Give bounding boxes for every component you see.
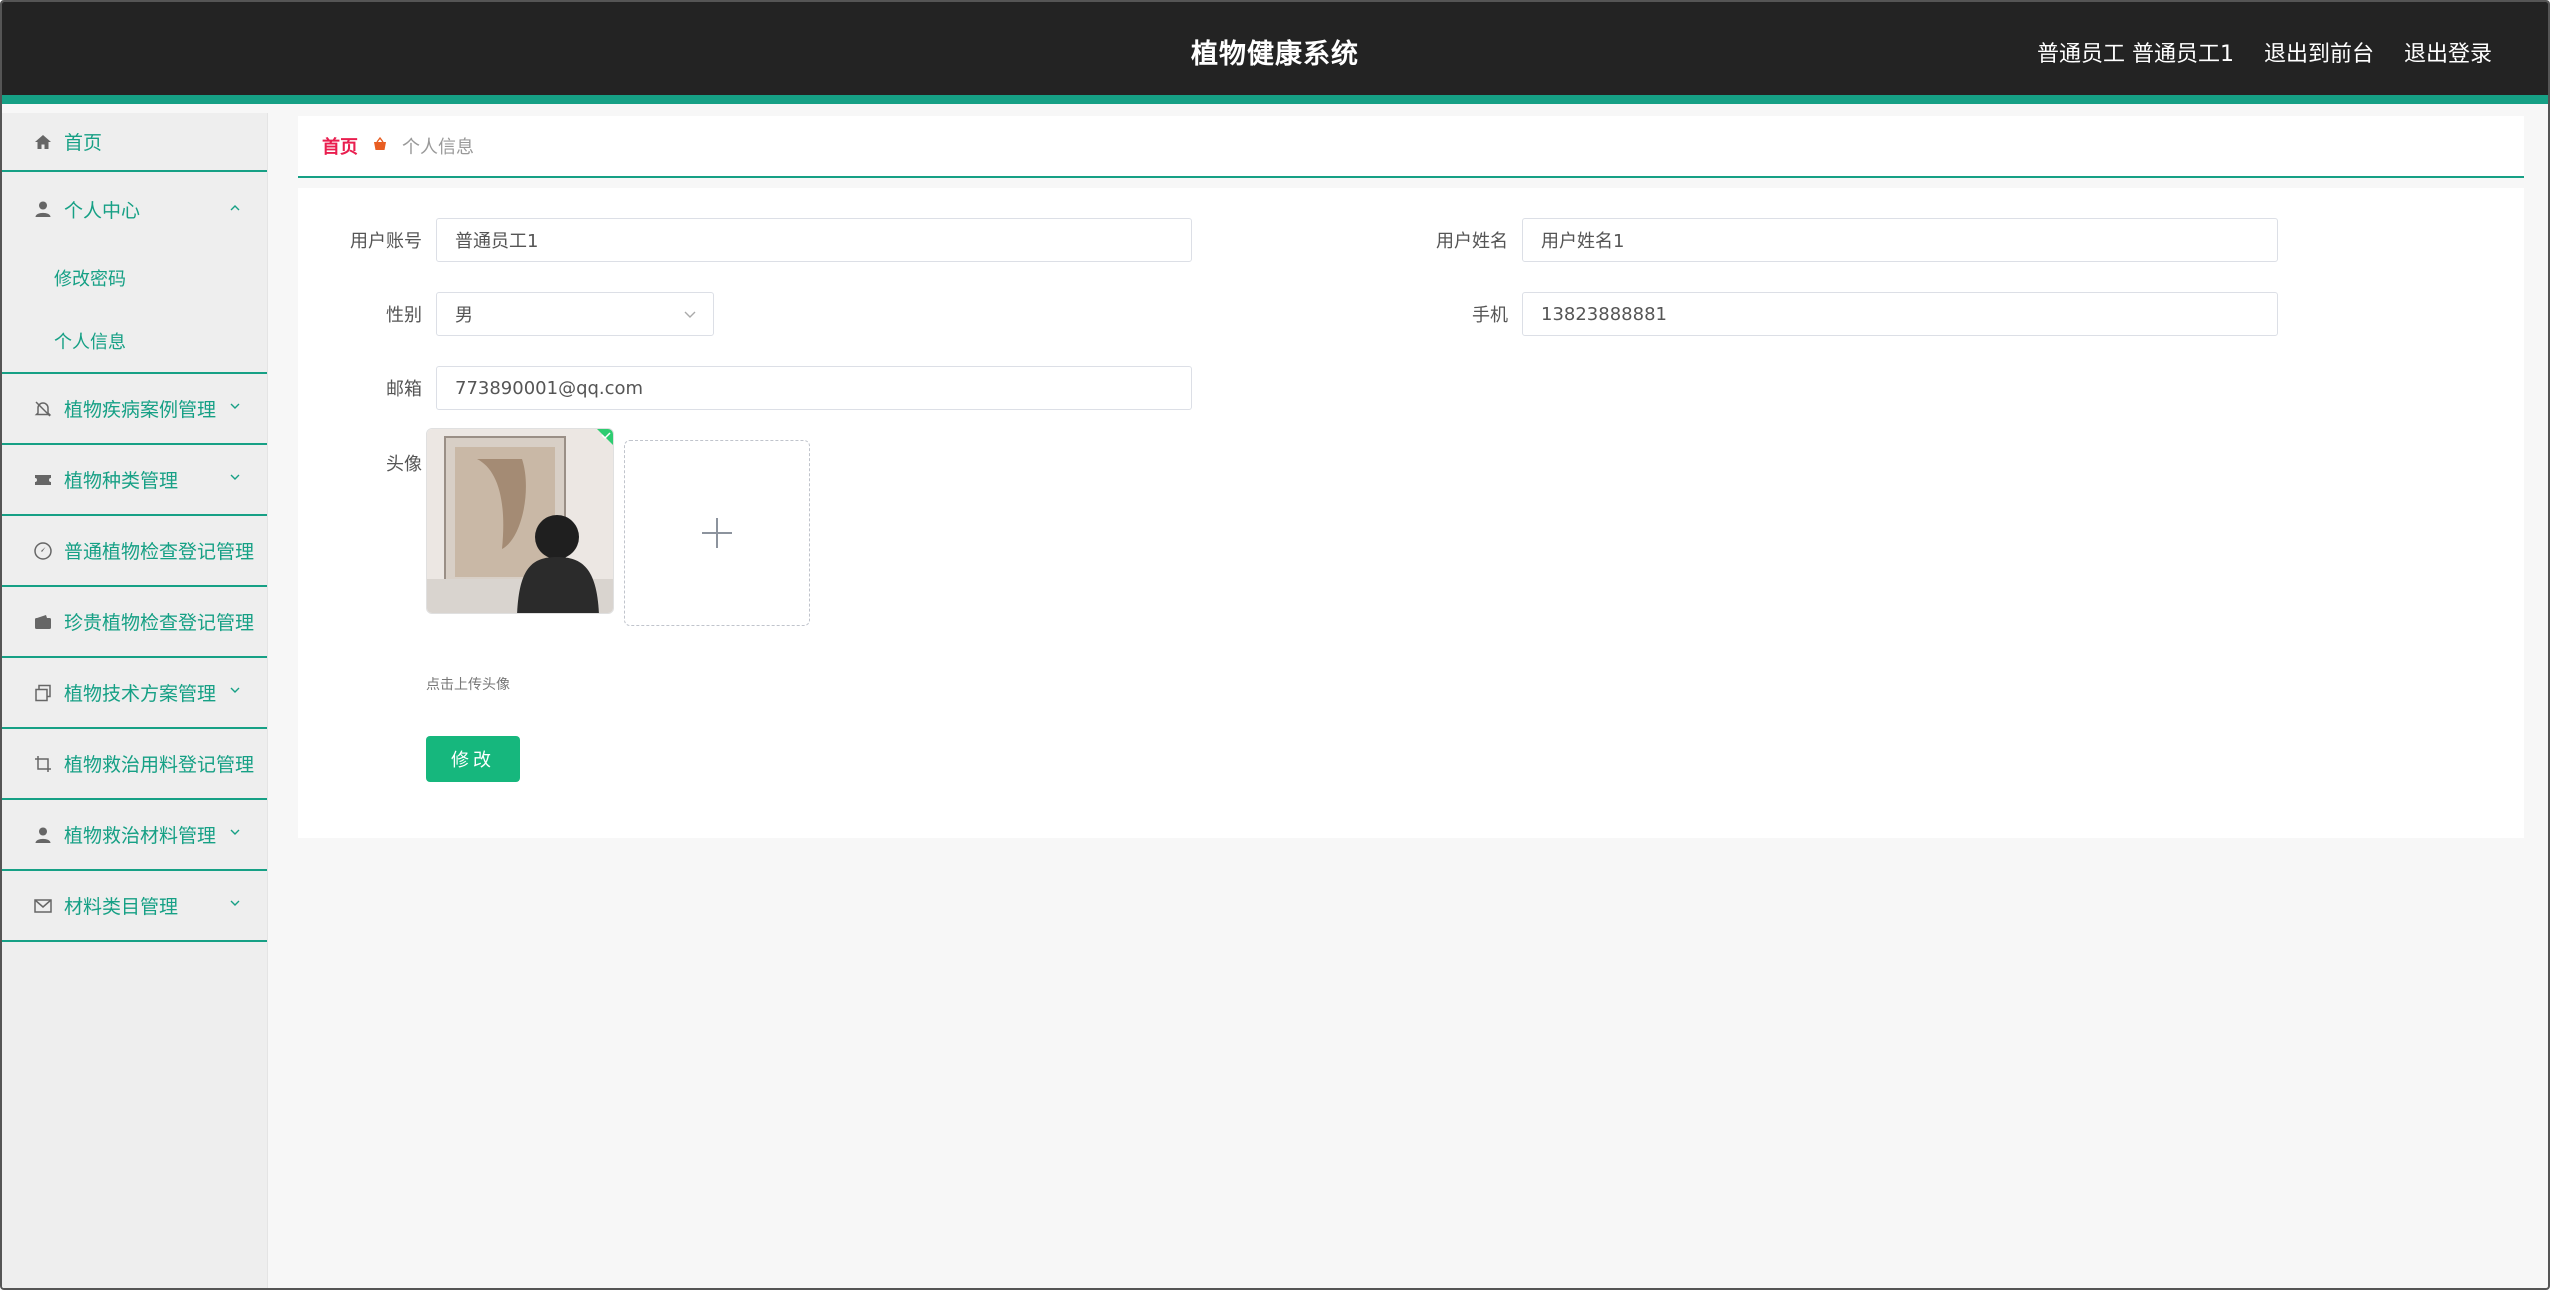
back-to-frontend-link[interactable]: 退出到前台 bbox=[2264, 36, 2374, 68]
plus-icon bbox=[702, 518, 732, 548]
sidebar: 首页 个人中心 修改密码 个人信息 植物疾病案例管理 植物种类管理 普通植物检查… bbox=[2, 113, 268, 1288]
sidebar-item-label: 植物技术方案管理 bbox=[64, 683, 217, 705]
sidebar-item-label: 植物救治用料登记管理 bbox=[64, 754, 255, 776]
sidebar-subitem-personal-info[interactable]: 个人信息 bbox=[2, 309, 267, 372]
avatar-upload-button[interactable] bbox=[624, 440, 810, 626]
avatar-image[interactable] bbox=[426, 428, 614, 614]
sidebar-item-disease-cases[interactable]: 植物疾病案例管理 bbox=[2, 374, 267, 445]
user-icon bbox=[32, 824, 54, 846]
sidebar-item-label: 材料类目管理 bbox=[64, 896, 179, 918]
breadcrumb: 首页 个人信息 bbox=[298, 116, 2524, 178]
sidebar-item-label: 珍贵植物检查登记管理 bbox=[64, 612, 255, 634]
avatar-row: 头像 bbox=[316, 450, 436, 476]
copy-icon bbox=[32, 682, 54, 704]
sidebar-item-label: 个人中心 bbox=[64, 199, 141, 222]
email-input[interactable]: 773890001@qq.com bbox=[436, 366, 1192, 410]
chevron-down-icon bbox=[230, 687, 240, 693]
home-icon bbox=[32, 131, 54, 153]
compass-icon bbox=[32, 540, 54, 562]
account-row: 用户账号 普通员工1 bbox=[316, 218, 1192, 262]
name-input[interactable]: 用户姓名1 bbox=[1522, 218, 2278, 262]
phone-input[interactable]: 13823888881 bbox=[1522, 292, 2278, 336]
chevron-down-icon bbox=[230, 900, 240, 906]
wallet-icon bbox=[32, 611, 54, 633]
chevron-up-icon bbox=[230, 205, 240, 211]
breadcrumb-home[interactable]: 首页 bbox=[322, 133, 358, 159]
sidebar-item-rare-check[interactable]: 珍贵植物检查登记管理 bbox=[2, 587, 267, 658]
submit-button[interactable]: 修改 bbox=[426, 736, 520, 782]
email-row: 邮箱 773890001@qq.com bbox=[316, 366, 1192, 410]
ticket-icon bbox=[32, 469, 54, 491]
gender-label: 性别 bbox=[386, 305, 422, 326]
phone-row: 手机 13823888881 bbox=[1402, 292, 2278, 336]
chevron-down-icon bbox=[230, 474, 240, 480]
chevron-down-icon bbox=[230, 403, 240, 409]
sidebar-item-tech-plans[interactable]: 植物技术方案管理 bbox=[2, 658, 267, 729]
chevron-down-icon bbox=[684, 311, 696, 318]
sidebar-item-personal-center[interactable]: 个人中心 bbox=[2, 172, 267, 246]
app-window: 植物健康系统 普通员工 普通员工1 退出到前台 退出登录 首页 个人中心 修改密… bbox=[0, 0, 2550, 1290]
sidebar-item-treatment-materials[interactable]: 植物救治材料管理 bbox=[2, 800, 267, 871]
sidebar-item-home[interactable]: 首页 bbox=[2, 113, 267, 172]
sidebar-item-treatment-usage[interactable]: 植物救治用料登记管理 bbox=[2, 729, 267, 800]
gender-select[interactable]: 男 bbox=[436, 292, 714, 336]
header-actions: 普通员工 普通员工1 退出到前台 退出登录 bbox=[2037, 36, 2492, 68]
sidebar-item-label: 植物种类管理 bbox=[64, 470, 179, 492]
avatar-label: 头像 bbox=[386, 454, 422, 475]
sidebar-item-plant-types[interactable]: 植物种类管理 bbox=[2, 445, 267, 516]
upload-hint: 点击上传头像 bbox=[426, 677, 510, 693]
account-input[interactable]: 普通员工1 bbox=[436, 218, 1192, 262]
sidebar-item-material-categories[interactable]: 材料类目管理 bbox=[2, 871, 267, 942]
email-label: 邮箱 bbox=[386, 379, 422, 400]
user-icon bbox=[32, 198, 54, 220]
name-label: 用户姓名 bbox=[1436, 231, 1508, 252]
sidebar-item-label: 植物疾病案例管理 bbox=[64, 399, 217, 421]
current-user-label: 普通员工 普通员工1 bbox=[2036, 42, 2234, 67]
chevron-down-icon bbox=[230, 829, 240, 835]
phone-label: 手机 bbox=[1472, 305, 1508, 326]
sidebar-group-personal-center: 个人中心 修改密码 个人信息 bbox=[2, 172, 267, 374]
gender-row: 性别 男 bbox=[316, 292, 714, 336]
logout-link[interactable]: 退出登录 bbox=[2404, 36, 2492, 68]
sidebar-subitem-change-password[interactable]: 修改密码 bbox=[2, 246, 267, 309]
mail-icon bbox=[32, 895, 54, 917]
basket-icon bbox=[372, 136, 388, 156]
avatar-photo bbox=[427, 429, 613, 613]
sidebar-item-common-check[interactable]: 普通植物检查登记管理 bbox=[2, 516, 267, 587]
bell-off-icon bbox=[32, 398, 54, 420]
sidebar-item-label: 普通植物检查登记管理 bbox=[64, 541, 255, 563]
top-header: 植物健康系统 普通员工 普通员工1 退出到前台 退出登录 bbox=[2, 2, 2548, 104]
crop-icon bbox=[32, 753, 54, 775]
account-label: 用户账号 bbox=[350, 231, 422, 252]
gender-select-value: 男 bbox=[455, 305, 473, 326]
profile-form: 用户账号 普通员工1 用户姓名 用户姓名1 性别 男 手机 1382388888… bbox=[298, 188, 2524, 838]
breadcrumb-current: 个人信息 bbox=[402, 137, 474, 158]
sidebar-item-label: 首页 bbox=[64, 132, 103, 154]
sidebar-item-label: 植物救治材料管理 bbox=[64, 825, 217, 847]
name-row: 用户姓名 用户姓名1 bbox=[1402, 218, 2278, 262]
